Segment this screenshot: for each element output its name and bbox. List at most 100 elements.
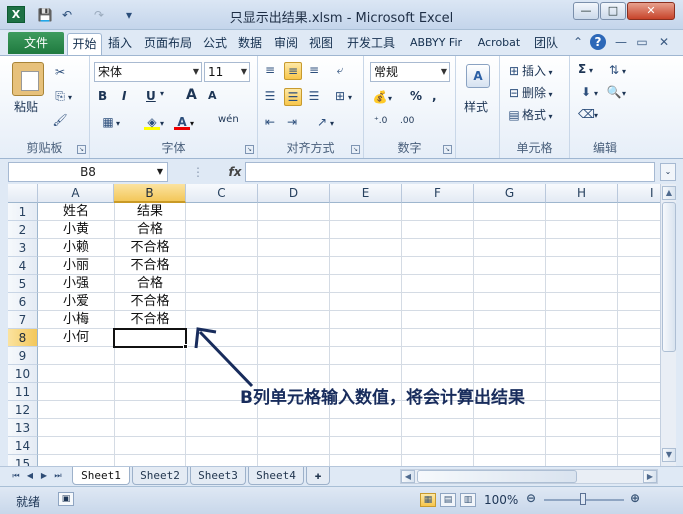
cut-icon[interactable]: ✂ <box>52 64 68 80</box>
sheet-tab-4[interactable]: Sheet4 <box>248 467 304 485</box>
column-header-b[interactable]: B <box>114 184 186 203</box>
insert-sheet-icon[interactable]: ✚ <box>306 467 330 485</box>
align-center-icon[interactable]: ☰ <box>284 88 302 106</box>
tab-team[interactable]: 团队 <box>530 33 562 55</box>
align-left-icon[interactable]: ☰ <box>262 88 278 104</box>
column-header-i[interactable]: I <box>618 184 660 203</box>
close-button[interactable]: ✕ <box>627 2 675 20</box>
tab-review[interactable]: 审阅 <box>270 33 302 55</box>
paste-button[interactable]: 粘贴 <box>14 98 38 115</box>
font-name-combo[interactable]: 宋体 ▼ <box>94 62 202 82</box>
font-launcher-icon[interactable]: ↘ <box>245 145 254 154</box>
scroll-left-icon[interactable]: ◀ <box>401 470 415 483</box>
page-break-view-icon[interactable]: ▥ <box>460 493 476 507</box>
column-header-a[interactable]: A <box>38 184 114 203</box>
cell-b3[interactable]: 不合格 <box>114 239 186 257</box>
row-header-1[interactable]: 1 <box>8 203 38 221</box>
bold-button[interactable]: B <box>98 89 107 103</box>
row-header-15[interactable]: 15 <box>8 455 38 466</box>
tab-developer[interactable]: 开发工具 <box>340 33 402 55</box>
align-top-icon[interactable]: ≡ <box>262 62 278 78</box>
grow-font-button[interactable]: A <box>186 87 197 103</box>
wrap-text-icon[interactable]: ⤶ <box>332 62 348 78</box>
last-sheet-icon[interactable]: ⏭ <box>52 470 64 482</box>
tab-insert[interactable]: 插入 <box>104 33 136 55</box>
row-header-9[interactable]: 9 <box>8 347 38 365</box>
align-bottom-icon[interactable]: ≡ <box>306 62 322 78</box>
italic-button[interactable]: I <box>122 89 126 103</box>
clipboard-launcher-icon[interactable]: ↘ <box>77 145 86 154</box>
row-header-13[interactable]: 13 <box>8 419 38 437</box>
decrease-decimal-icon[interactable]: .00 <box>400 116 414 126</box>
ribbon-minimize-icon[interactable]: ⌃ <box>570 34 586 50</box>
cell-a8[interactable]: 小何 <box>38 329 114 347</box>
comma-style-icon[interactable]: , <box>432 89 437 103</box>
tab-view[interactable]: 视图 <box>305 33 337 55</box>
row-header-10[interactable]: 10 <box>8 365 38 383</box>
align-right-icon[interactable]: ☰ <box>306 88 322 104</box>
select-all-corner[interactable] <box>8 184 38 203</box>
column-header-f[interactable]: F <box>402 184 474 203</box>
phonetic-button[interactable]: wén <box>218 114 239 125</box>
increase-decimal-icon[interactable]: ⁺.0 <box>374 116 387 126</box>
tab-abbyy[interactable]: ABBYY Fir <box>403 33 469 55</box>
cell-a2[interactable]: 小黄 <box>38 221 114 239</box>
tab-file[interactable]: 文件 <box>8 32 64 54</box>
first-sheet-icon[interactable]: ⏮ <box>10 470 22 482</box>
font-color-icon[interactable]: A ▾ <box>174 114 194 130</box>
format-cells-button[interactable]: ▤ 格式 ▾ <box>506 106 552 123</box>
row-header-2[interactable]: 2 <box>8 221 38 239</box>
cell-a4[interactable]: 小丽 <box>38 257 114 275</box>
column-header-c[interactable]: C <box>186 184 258 203</box>
vertical-scroll-thumb[interactable] <box>662 202 676 352</box>
fill-icon[interactable]: ⬇ ▾ <box>578 84 598 100</box>
maximize-button[interactable]: □ <box>600 2 626 20</box>
zoom-level[interactable]: 100% <box>484 493 518 507</box>
zoom-in-icon[interactable]: ⊕ <box>630 491 640 505</box>
underline-button[interactable]: U <box>146 89 156 103</box>
clear-icon[interactable]: ⌫▾ <box>578 106 598 122</box>
tab-data[interactable]: 数据 <box>234 33 266 55</box>
sheet-tab-2[interactable]: Sheet2 <box>132 467 188 485</box>
cell-b5[interactable]: 合格 <box>114 275 186 293</box>
row-header-11[interactable]: 11 <box>8 383 38 401</box>
number-launcher-icon[interactable]: ↘ <box>443 145 452 154</box>
insert-function-icon[interactable]: fx <box>226 162 244 182</box>
merge-center-icon[interactable]: ⊞ ▾ <box>332 88 352 104</box>
align-middle-icon[interactable]: ≡ <box>284 62 302 80</box>
tab-acrobat[interactable]: Acrobat <box>471 33 527 55</box>
orientation-icon[interactable]: ↗ ▾ <box>314 114 334 130</box>
cell-a1[interactable]: 姓名 <box>38 203 114 221</box>
find-select-icon[interactable]: 🔍▾ <box>606 84 627 100</box>
font-size-combo[interactable]: 11 ▼ <box>204 62 250 82</box>
name-box[interactable]: B8 ▼ <box>8 162 168 182</box>
borders-icon[interactable]: ▦ ▾ <box>100 114 120 130</box>
cell-a5[interactable]: 小强 <box>38 275 114 293</box>
cell-b2[interactable]: 合格 <box>114 221 186 239</box>
scroll-up-icon[interactable]: ▲ <box>662 186 676 200</box>
next-sheet-icon[interactable]: ▶ <box>38 470 50 482</box>
column-header-h[interactable]: H <box>546 184 618 203</box>
formula-bar-collapse-icon[interactable]: ⋮ <box>192 165 204 179</box>
cell-a3[interactable]: 小赖 <box>38 239 114 257</box>
scroll-right-icon[interactable]: ▶ <box>643 470 657 483</box>
insert-cells-button[interactable]: ⊞ 插入 ▾ <box>506 62 553 79</box>
minimize-button[interactable]: — <box>573 2 599 20</box>
cell-b1[interactable]: 结果 <box>114 203 186 221</box>
row-header-3[interactable]: 3 <box>8 239 38 257</box>
underline-dropdown-icon[interactable]: ▾ <box>160 89 164 98</box>
workbook-restore-icon[interactable]: ▭ <box>634 34 650 50</box>
styles-button[interactable]: 样式 <box>464 98 488 115</box>
row-header-8[interactable]: 8 <box>8 329 38 347</box>
cell-b7[interactable]: 不合格 <box>114 311 186 329</box>
zoom-slider-thumb[interactable] <box>580 493 586 505</box>
cell-b6[interactable]: 不合格 <box>114 293 186 311</box>
column-header-d[interactable]: D <box>258 184 330 203</box>
worksheet-grid[interactable]: A B C D E F G H I 1 2 3 4 5 6 7 8 9 10 11 12 13 14 15 … <box>8 184 660 466</box>
row-header-5[interactable]: 5 <box>8 275 38 293</box>
autosum-icon[interactable]: Σ ▾ <box>578 62 593 76</box>
macro-record-icon[interactable]: ▣ <box>58 492 74 506</box>
styles-icon[interactable]: A <box>466 64 490 88</box>
column-header-e[interactable]: E <box>330 184 402 203</box>
sort-filter-icon[interactable]: ⇅ ▾ <box>606 62 626 78</box>
